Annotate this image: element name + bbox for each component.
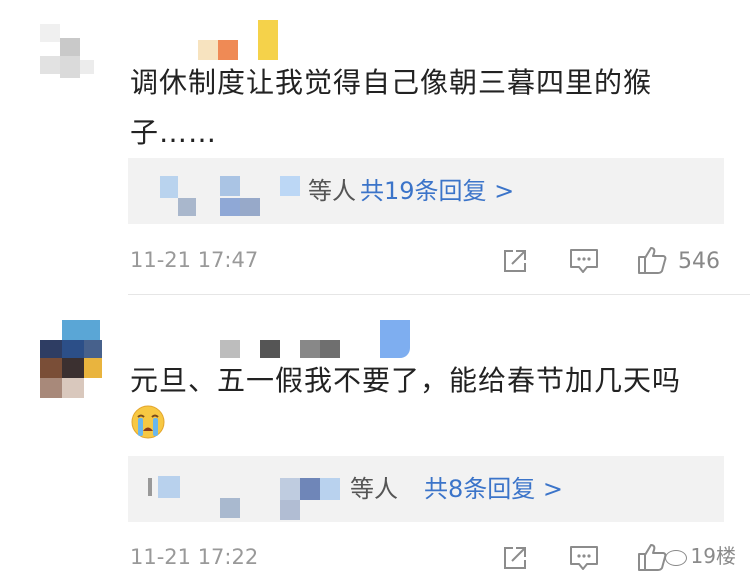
reply-users-suffix: 等人 xyxy=(308,177,356,205)
username-blurred[interactable] xyxy=(140,14,300,60)
watermark-icon xyxy=(664,549,687,566)
timestamp: 11-21 17:22 xyxy=(130,545,259,569)
view-replies-link[interactable]: 共8条回复 > xyxy=(424,456,563,522)
comment-icon[interactable] xyxy=(568,246,600,276)
replies-box[interactable]: 等人 共19条回复 > xyxy=(128,158,724,224)
thumbs-up-icon[interactable] xyxy=(636,244,668,276)
reply-users-suffix: 等人 xyxy=(350,475,398,503)
share-icon[interactable] xyxy=(500,246,530,276)
replies-box[interactable]: 等人 共8条回复 > xyxy=(128,456,724,522)
watermark-text: 19楼 xyxy=(690,544,736,568)
view-replies-link[interactable]: 共19条回复 > xyxy=(360,158,514,224)
avatar[interactable] xyxy=(40,320,102,398)
like-count: 546 xyxy=(678,249,720,274)
comment-text: 元旦、五一假我不要了，能给春节加几天吗 xyxy=(130,364,682,397)
comment-text: 调休制度让我觉得自己像朝三暮四里的猴子…… xyxy=(130,66,653,149)
share-icon[interactable] xyxy=(500,543,530,573)
comment-divider xyxy=(128,294,750,295)
timestamp: 11-21 17:47 xyxy=(130,248,259,272)
watermark: 19楼 xyxy=(664,540,736,569)
thumbs-up-icon[interactable] xyxy=(636,541,668,573)
avatar[interactable] xyxy=(40,24,100,84)
crying-emoji xyxy=(130,404,166,440)
comment-icon[interactable] xyxy=(568,543,600,573)
